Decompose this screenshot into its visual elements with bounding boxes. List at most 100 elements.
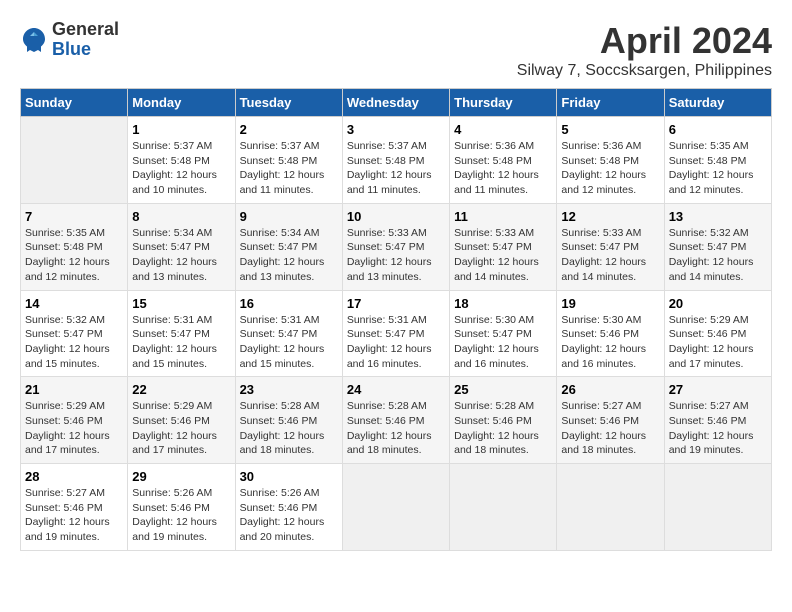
header-thursday: Thursday (450, 89, 557, 117)
week-row-5: 28 Sunrise: 5:27 AM Sunset: 5:46 PM Dayli… (21, 464, 772, 551)
day-number: 1 (132, 122, 230, 137)
day-number: 11 (454, 209, 552, 224)
day-info: Sunrise: 5:31 AM Sunset: 5:47 PM Dayligh… (240, 313, 338, 372)
day-number: 9 (240, 209, 338, 224)
day-number: 12 (561, 209, 659, 224)
day-number: 21 (25, 382, 123, 397)
day-cell: 1 Sunrise: 5:37 AM Sunset: 5:48 PM Daylig… (128, 117, 235, 204)
day-cell: 22 Sunrise: 5:29 AM Sunset: 5:46 PM Dayli… (128, 377, 235, 464)
week-row-1: 1 Sunrise: 5:37 AM Sunset: 5:48 PM Daylig… (21, 117, 772, 204)
day-number: 18 (454, 296, 552, 311)
day-info: Sunrise: 5:34 AM Sunset: 5:47 PM Dayligh… (132, 226, 230, 285)
day-info: Sunrise: 5:35 AM Sunset: 5:48 PM Dayligh… (669, 139, 767, 198)
day-number: 22 (132, 382, 230, 397)
day-cell: 13Sunrise: 5:32 AM Sunset: 5:47 PM Dayli… (664, 203, 771, 290)
subtitle: Silway 7, Soccsksargen, Philippines (517, 62, 772, 80)
day-number: 7 (25, 209, 123, 224)
day-info: Sunrise: 5:35 AM Sunset: 5:48 PM Dayligh… (25, 226, 123, 285)
day-info: Sunrise: 5:33 AM Sunset: 5:47 PM Dayligh… (454, 226, 552, 285)
calendar-table: SundayMondayTuesdayWednesdayThursdayFrid… (20, 88, 772, 551)
day-number: 4 (454, 122, 552, 137)
day-info: Sunrise: 5:31 AM Sunset: 5:47 PM Dayligh… (347, 313, 445, 372)
header-tuesday: Tuesday (235, 89, 342, 117)
day-info: Sunrise: 5:36 AM Sunset: 5:48 PM Dayligh… (454, 139, 552, 198)
day-info: Sunrise: 5:32 AM Sunset: 5:47 PM Dayligh… (25, 313, 123, 372)
day-number: 8 (132, 209, 230, 224)
day-info: Sunrise: 5:37 AM Sunset: 5:48 PM Dayligh… (132, 139, 230, 198)
day-number: 2 (240, 122, 338, 137)
day-number: 15 (132, 296, 230, 311)
day-cell: 26 Sunrise: 5:27 AM Sunset: 5:46 PM Dayli… (557, 377, 664, 464)
header-monday: Monday (128, 89, 235, 117)
day-number: 28 (25, 469, 123, 484)
day-info: Sunrise: 5:27 AM Sunset: 5:46 PM Dayligh… (25, 486, 123, 545)
day-info: Sunrise: 5:28 AM Sunset: 5:46 PM Dayligh… (454, 399, 552, 458)
day-cell: 15 Sunrise: 5:31 AM Sunset: 5:47 PM Dayli… (128, 290, 235, 377)
day-info: Sunrise: 5:26 AM Sunset: 5:46 PM Dayligh… (240, 486, 338, 545)
day-cell: 16 Sunrise: 5:31 AM Sunset: 5:47 PM Dayli… (235, 290, 342, 377)
day-cell (664, 464, 771, 551)
day-cell (557, 464, 664, 551)
day-cell (450, 464, 557, 551)
day-cell: 25 Sunrise: 5:28 AM Sunset: 5:46 PM Dayli… (450, 377, 557, 464)
day-info: Sunrise: 5:34 AM Sunset: 5:47 PM Dayligh… (240, 226, 338, 285)
title-block: April 2024 Silway 7, Soccsksargen, Phili… (517, 20, 772, 80)
day-cell: 11 Sunrise: 5:33 AM Sunset: 5:47 PM Dayli… (450, 203, 557, 290)
logo: General Blue (20, 20, 119, 60)
day-number: 16 (240, 296, 338, 311)
day-cell: 2 Sunrise: 5:37 AM Sunset: 5:48 PM Daylig… (235, 117, 342, 204)
day-cell: 24 Sunrise: 5:28 AM Sunset: 5:46 PM Dayli… (342, 377, 449, 464)
day-info: Sunrise: 5:37 AM Sunset: 5:48 PM Dayligh… (347, 139, 445, 198)
day-cell: 30 Sunrise: 5:26 AM Sunset: 5:46 PM Dayli… (235, 464, 342, 551)
day-cell: 20Sunrise: 5:29 AM Sunset: 5:46 PM Dayli… (664, 290, 771, 377)
day-cell: 27 Sunrise: 5:27 AM Sunset: 5:46 PM Dayli… (664, 377, 771, 464)
week-row-2: 7 Sunrise: 5:35 AM Sunset: 5:48 PM Daylig… (21, 203, 772, 290)
day-cell: 5 Sunrise: 5:36 AM Sunset: 5:48 PM Daylig… (557, 117, 664, 204)
day-cell: 18Sunrise: 5:30 AM Sunset: 5:47 PM Dayli… (450, 290, 557, 377)
main-title: April 2024 (517, 20, 772, 62)
week-row-3: 14 Sunrise: 5:32 AM Sunset: 5:47 PM Dayli… (21, 290, 772, 377)
day-info: Sunrise: 5:29 AM Sunset: 5:46 PM Dayligh… (132, 399, 230, 458)
header-wednesday: Wednesday (342, 89, 449, 117)
day-info: Sunrise: 5:33 AM Sunset: 5:47 PM Dayligh… (347, 226, 445, 285)
day-number: 17 (347, 296, 445, 311)
day-cell: 28 Sunrise: 5:27 AM Sunset: 5:46 PM Dayli… (21, 464, 128, 551)
day-cell: 12Sunrise: 5:33 AM Sunset: 5:47 PM Dayli… (557, 203, 664, 290)
day-cell: 8 Sunrise: 5:34 AM Sunset: 5:47 PM Daylig… (128, 203, 235, 290)
header-friday: Friday (557, 89, 664, 117)
day-info: Sunrise: 5:28 AM Sunset: 5:46 PM Dayligh… (347, 399, 445, 458)
day-cell: 19Sunrise: 5:30 AM Sunset: 5:46 PM Dayli… (557, 290, 664, 377)
day-cell: 9 Sunrise: 5:34 AM Sunset: 5:47 PM Daylig… (235, 203, 342, 290)
day-info: Sunrise: 5:29 AM Sunset: 5:46 PM Dayligh… (25, 399, 123, 458)
day-cell: 23 Sunrise: 5:28 AM Sunset: 5:46 PM Dayli… (235, 377, 342, 464)
day-number: 29 (132, 469, 230, 484)
week-row-4: 21 Sunrise: 5:29 AM Sunset: 5:46 PM Dayli… (21, 377, 772, 464)
day-cell: 29 Sunrise: 5:26 AM Sunset: 5:46 PM Dayli… (128, 464, 235, 551)
day-cell (21, 117, 128, 204)
day-info: Sunrise: 5:28 AM Sunset: 5:46 PM Dayligh… (240, 399, 338, 458)
day-number: 10 (347, 209, 445, 224)
day-number: 3 (347, 122, 445, 137)
day-info: Sunrise: 5:36 AM Sunset: 5:48 PM Dayligh… (561, 139, 659, 198)
day-number: 26 (561, 382, 659, 397)
day-info: Sunrise: 5:26 AM Sunset: 5:46 PM Dayligh… (132, 486, 230, 545)
day-number: 25 (454, 382, 552, 397)
day-info: Sunrise: 5:27 AM Sunset: 5:46 PM Dayligh… (669, 399, 767, 458)
day-number: 27 (669, 382, 767, 397)
day-number: 5 (561, 122, 659, 137)
day-number: 24 (347, 382, 445, 397)
header-saturday: Saturday (664, 89, 771, 117)
day-info: Sunrise: 5:32 AM Sunset: 5:47 PM Dayligh… (669, 226, 767, 285)
day-number: 14 (25, 296, 123, 311)
calendar-header-row: SundayMondayTuesdayWednesdayThursdayFrid… (21, 89, 772, 117)
day-cell: 10 Sunrise: 5:33 AM Sunset: 5:47 PM Dayli… (342, 203, 449, 290)
day-cell: 3 Sunrise: 5:37 AM Sunset: 5:48 PM Daylig… (342, 117, 449, 204)
day-info: Sunrise: 5:31 AM Sunset: 5:47 PM Dayligh… (132, 313, 230, 372)
day-number: 23 (240, 382, 338, 397)
day-number: 30 (240, 469, 338, 484)
day-number: 19 (561, 296, 659, 311)
day-info: Sunrise: 5:27 AM Sunset: 5:46 PM Dayligh… (561, 399, 659, 458)
day-cell: 6Sunrise: 5:35 AM Sunset: 5:48 PM Daylig… (664, 117, 771, 204)
day-cell (342, 464, 449, 551)
day-info: Sunrise: 5:37 AM Sunset: 5:48 PM Dayligh… (240, 139, 338, 198)
